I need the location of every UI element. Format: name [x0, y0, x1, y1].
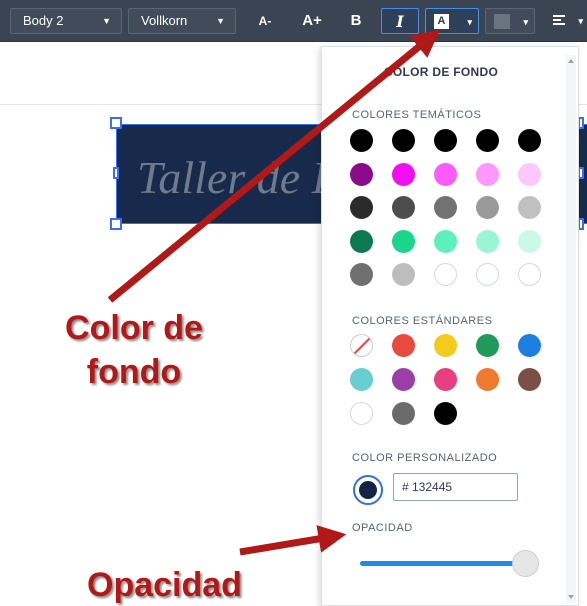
arrow-to-opacity	[239, 525, 347, 556]
arrow-to-bg-button	[107, 29, 441, 303]
annotation-opacidad: Opacidad	[87, 566, 242, 604]
annotation-line-2: fondo	[86, 353, 182, 391]
annotation-color-de-fondo: Color de fondo	[44, 306, 224, 394]
annotation-arrows	[107, 29, 441, 556]
annotation-line-1: Color de	[65, 309, 203, 347]
